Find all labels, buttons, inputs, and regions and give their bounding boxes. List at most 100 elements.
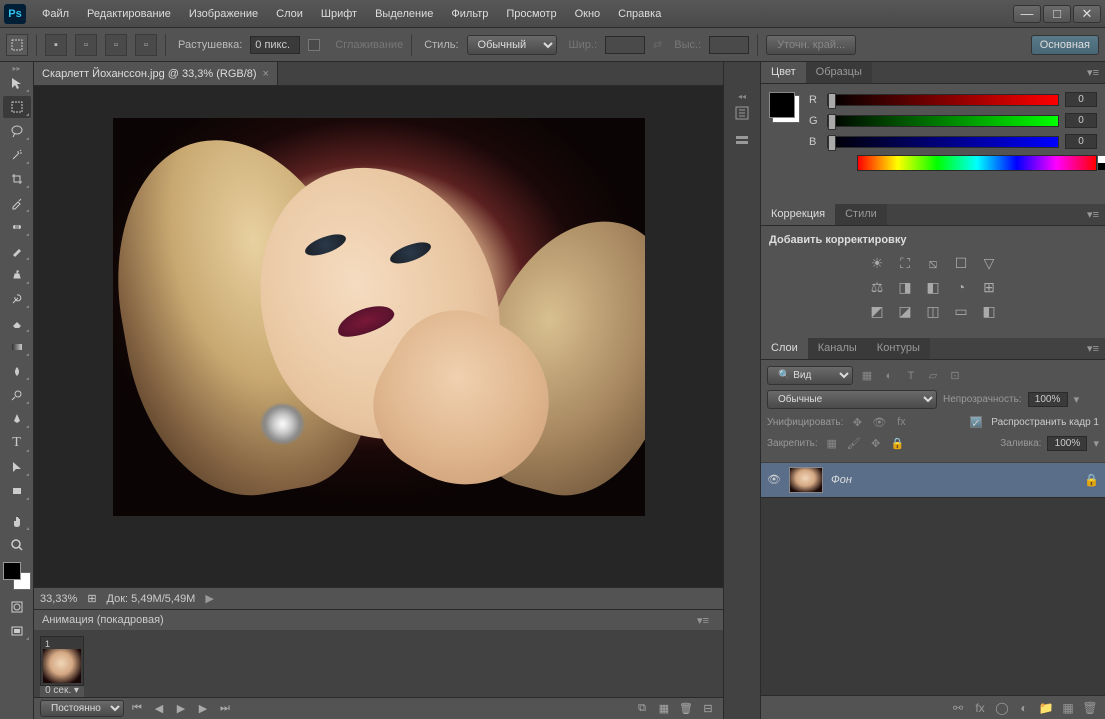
b-input[interactable] (1065, 134, 1097, 149)
type-tool[interactable]: T (3, 432, 31, 454)
delete-layer-icon[interactable]: 🗑 (1081, 699, 1099, 717)
menu-edit[interactable]: Редактирование (79, 4, 179, 24)
workspace-main-button[interactable]: Основная (1031, 35, 1099, 55)
canvas-viewport[interactable] (34, 86, 723, 587)
menu-select[interactable]: Выделение (367, 4, 441, 24)
tool-preset-icon[interactable] (6, 34, 28, 56)
color-balance-icon[interactable]: ◨ (895, 278, 915, 296)
zoom-tool[interactable] (3, 534, 31, 556)
menu-image[interactable]: Изображение (181, 4, 266, 24)
blend-mode-select[interactable]: Обычные (767, 390, 937, 409)
curves-icon[interactable]: ⧅ (923, 254, 943, 272)
b-slider[interactable] (827, 136, 1059, 148)
menu-file[interactable]: Файл (34, 4, 77, 24)
foreground-color[interactable] (3, 562, 21, 580)
path-selection-tool[interactable] (3, 456, 31, 478)
new-frame-icon[interactable]: ▦ (655, 701, 673, 717)
close-tab-icon[interactable]: × (263, 68, 269, 80)
channel-mixer-icon[interactable]: ⊞ (979, 278, 999, 296)
tab-channels[interactable]: Каналы (808, 338, 867, 359)
antialias-checkbox[interactable] (308, 39, 320, 51)
invert-icon[interactable]: ◩ (867, 302, 887, 320)
levels-icon[interactable]: ⛶ (895, 254, 915, 272)
animation-menu-icon[interactable]: ▾≡ (691, 610, 715, 631)
link-layers-icon[interactable]: ⚯ (949, 699, 967, 717)
opacity-input[interactable] (1028, 392, 1068, 407)
doc-info-arrow-icon[interactable]: ▶ (205, 592, 213, 605)
frame-duration[interactable]: 0 сек. ▾ (40, 684, 84, 697)
brightness-icon[interactable]: ☀ (867, 254, 887, 272)
posterize-icon[interactable]: ◪ (895, 302, 915, 320)
layer-name[interactable]: Фон (831, 474, 1076, 486)
hue-icon[interactable]: ⚖ (867, 278, 887, 296)
first-frame-icon[interactable]: ⏮ (128, 701, 146, 717)
play-icon[interactable]: ▶ (172, 701, 190, 717)
g-input[interactable] (1065, 113, 1097, 128)
menu-layers[interactable]: Слои (268, 4, 311, 24)
filter-adjust-icon[interactable]: ◐ (881, 368, 897, 384)
layer-item[interactable]: 👁 Фон 🔒 (761, 463, 1105, 498)
new-adjustment-icon[interactable]: ◐ (1015, 699, 1033, 717)
layer-mask-icon[interactable]: ◯ (993, 699, 1011, 717)
delete-frame-icon[interactable]: 🗑 (677, 701, 695, 717)
brush-tool[interactable] (3, 240, 31, 262)
r-input[interactable] (1065, 92, 1097, 107)
layer-filter-select[interactable]: 🔍 Вид (767, 366, 853, 385)
lasso-tool[interactable] (3, 120, 31, 142)
lock-position-icon[interactable]: ✥ (868, 435, 884, 451)
marquee-tool[interactable] (3, 96, 31, 118)
layers-panel-menu-icon[interactable]: ▾≡ (1081, 338, 1105, 359)
selection-new-icon[interactable]: ▪ (45, 34, 67, 56)
menu-type[interactable]: Шрифт (313, 4, 365, 24)
last-frame-icon[interactable]: ⏭ (216, 701, 234, 717)
blur-tool[interactable] (3, 360, 31, 382)
eraser-tool[interactable] (3, 312, 31, 334)
animation-frame[interactable]: 1 (40, 636, 84, 686)
loop-select[interactable]: Постоянно (40, 700, 124, 717)
layer-fx-icon[interactable]: fx (971, 699, 989, 717)
color-spectrum[interactable] (857, 155, 1097, 171)
eyedropper-tool[interactable] (3, 192, 31, 214)
unify-visibility-icon[interactable]: 👁 (871, 414, 887, 430)
gradient-map-icon[interactable]: ▭ (951, 302, 971, 320)
screen-mode-tool[interactable] (3, 620, 31, 642)
filter-pixel-icon[interactable]: ▦ (859, 368, 875, 384)
unify-style-icon[interactable]: fx (893, 414, 909, 430)
lock-transparency-icon[interactable]: ▦ (824, 435, 840, 451)
filter-shape-icon[interactable]: ▱ (925, 368, 941, 384)
dodge-tool[interactable] (3, 384, 31, 406)
lock-pixels-icon[interactable]: 🖌 (846, 435, 862, 451)
threshold-icon[interactable]: ◫ (923, 302, 943, 320)
menu-help[interactable]: Справка (610, 4, 669, 24)
document-tab[interactable]: Скарлетт Йоханссон.jpg @ 33,3% (RGB/8) × (34, 62, 278, 85)
exposure-icon[interactable]: ☐ (951, 254, 971, 272)
selection-intersect-icon[interactable]: ▫ (135, 34, 157, 56)
g-slider[interactable] (827, 115, 1059, 127)
tab-swatches[interactable]: Образцы (806, 62, 872, 83)
minimize-button[interactable]: — (1013, 5, 1041, 23)
selection-add-icon[interactable]: ▫ (75, 34, 97, 56)
tab-layers[interactable]: Слои (761, 338, 808, 359)
clone-stamp-tool[interactable] (3, 264, 31, 286)
color-swatches[interactable] (3, 562, 31, 590)
r-slider[interactable] (827, 94, 1059, 106)
tab-paths[interactable]: Контуры (867, 338, 930, 359)
next-frame-icon[interactable]: ▶ (194, 701, 212, 717)
filter-type-icon[interactable]: T (903, 368, 919, 384)
timeline-mode-icon[interactable]: ⊟ (699, 701, 717, 717)
magic-wand-tool[interactable] (3, 144, 31, 166)
prev-frame-icon[interactable]: ◀ (150, 701, 168, 717)
move-tool[interactable] (3, 72, 31, 94)
crop-tool[interactable] (3, 168, 31, 190)
fill-input[interactable] (1047, 436, 1087, 451)
history-brush-tool[interactable] (3, 288, 31, 310)
zoom-icon[interactable]: ⊞ (87, 592, 96, 605)
refine-edge-button[interactable]: Уточн. край... (766, 35, 856, 55)
history-dock-icon[interactable] (727, 100, 757, 126)
tab-color[interactable]: Цвет (761, 62, 806, 83)
hand-tool[interactable] (3, 510, 31, 532)
gradient-tool[interactable] (3, 336, 31, 358)
layer-locked-icon[interactable]: 🔒 (1084, 473, 1099, 487)
pen-tool[interactable] (3, 408, 31, 430)
zoom-level[interactable]: 33,33% (40, 593, 77, 605)
